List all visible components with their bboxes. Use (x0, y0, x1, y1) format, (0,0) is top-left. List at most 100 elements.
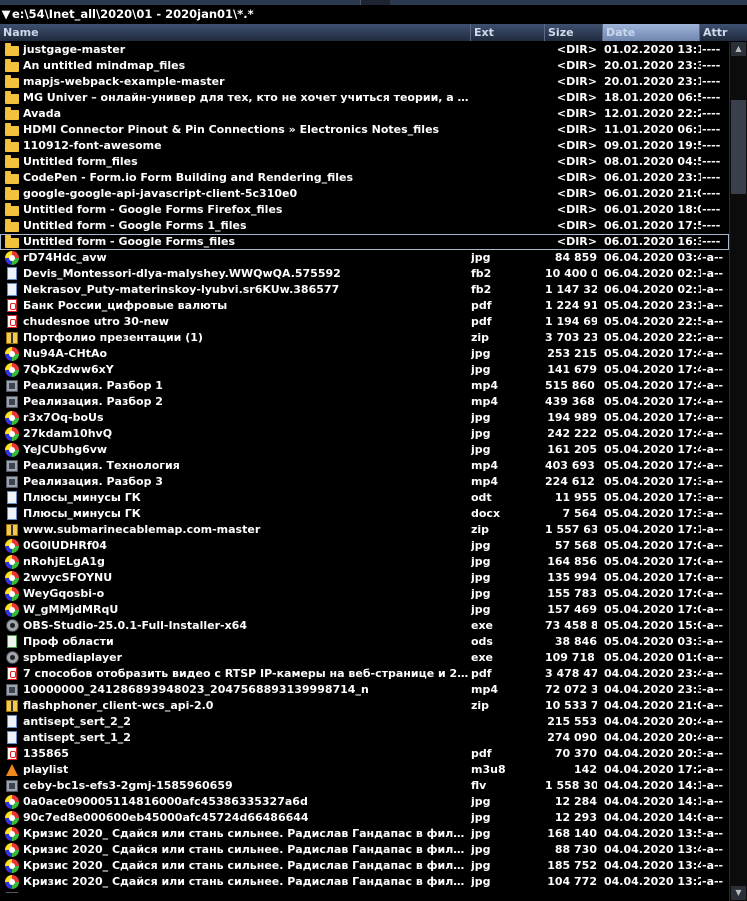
column-name-header[interactable]: Name (0, 24, 471, 41)
file-row[interactable]: Реализация. Разбор 1 mp4 515 860 238 05.04.… (0, 378, 729, 394)
scroll-up-icon[interactable]: ▲ (731, 42, 746, 56)
history-dropdown-icon[interactable]: ▼ (0, 5, 12, 23)
file-row[interactable]: YeJCUbhg6vw jpg 161 205 05.04.2020 17:42-a-… (0, 442, 729, 458)
file-row[interactable]: Реализация. Разбор 2 mp4 439 368 515 05.04.… (0, 394, 729, 410)
file-name: WeyGqosbi-o (23, 587, 105, 600)
file-attr: -a-- (702, 731, 724, 744)
folder-row[interactable]: HDMI Connector Pinout & Pin Connections … (0, 122, 729, 138)
file-row[interactable]: ceby-bc1s-efs3-2gmj-1585965626flv 156 489… (0, 890, 729, 893)
file-attr: -a-- (702, 299, 724, 312)
file-row[interactable]: www.submarinecablemap.com-master zip 1 557… (0, 522, 729, 538)
folder-row[interactable]: Untitled form - Google Forms Firefox_fil… (0, 202, 729, 218)
file-row[interactable]: Реализация. Технология mp4 403 693 050 05.0… (0, 458, 729, 474)
file-row[interactable]: Кризис 2020_ Сдайся или стань сильнее. Р… (0, 858, 729, 874)
file-row[interactable]: 0G0lUDHRf04 jpg 57 568 05.04.2020 17:03-a-- (0, 538, 729, 554)
folder-row[interactable]: Untitled form - Google Forms 1_files <DIR… (0, 218, 729, 234)
vertical-scrollbar[interactable]: ▲ ▼ (729, 42, 747, 901)
video-icon (6, 380, 18, 392)
file-date: 05.04.2020 22:29 (604, 331, 701, 344)
file-list[interactable]: justgage-master<DIR>01.02.2020 13:13----… (0, 42, 729, 893)
column-date-header[interactable]: Date (603, 24, 700, 41)
image-icon (5, 571, 19, 585)
file-date: 05.04.2020 17:03 (604, 539, 701, 552)
folder-row[interactable]: Untitled form_files <DIR> 08.01.2020 04:51… (0, 154, 729, 170)
file-row[interactable]: 27kdam10hvQ jpg 242 222 05.04.2020 17:43-a-… (0, 426, 729, 442)
file-ext: pdf (471, 315, 492, 328)
file-row[interactable]: Nekrasov_Puty-materinskoy-lyubvi.sr6KUw.… (0, 282, 729, 298)
scrollbar-thumb[interactable] (731, 100, 746, 194)
file-row[interactable]: Кризис 2020_ Сдайся или стань сильнее. Р… (0, 826, 729, 842)
folder-row[interactable]: google-google-api-javascript-client-5c31… (0, 186, 729, 202)
scroll-down-icon[interactable]: ▼ (731, 886, 746, 900)
file-row[interactable]: OBS-Studio-25.0.1-Full-Installer-x64 exe 7… (0, 618, 729, 634)
file-date: 04.04.2020 23:30 (604, 683, 701, 696)
file-row[interactable]: chudesnoe utro 30-new pdf 1 194 693 05.04.2… (0, 314, 729, 330)
file-row[interactable]: 2wvycSFOYNU jpg 135 994 05.04.2020 17:02-a-… (0, 570, 729, 586)
file-row[interactable]: Кризис 2020_ Сдайся или стань сильнее. Р… (0, 842, 729, 858)
folder-row[interactable]: MG Univer – онлайн-универ для тех, кто н… (0, 90, 729, 106)
file-row[interactable]: 10000000_241286893948023_204756889313999… (0, 682, 729, 698)
file-attr: ---- (702, 219, 721, 232)
column-ext-header[interactable]: Ext (471, 24, 545, 41)
row-icon-cell (5, 218, 20, 234)
folder-row[interactable]: An untitled mindmap_files <DIR> 20.01.2020… (0, 58, 729, 74)
file-name: antisept_sert_2_2 (23, 715, 131, 728)
file-size: 1 194 693 (545, 315, 597, 328)
file-size: 194 989 (547, 411, 597, 424)
file-size: 70 370 (554, 747, 597, 760)
file-size: 109 718 608 (545, 651, 597, 664)
folder-row[interactable]: Avada <DIR> 12.01.2020 22:26---- (0, 106, 729, 122)
file-row[interactable]: flashphoner_client-wcs_api-2.0 zip 10 533 … (0, 698, 729, 714)
file-row[interactable]: Devis_Montessori-dlya-malyshey.WWQwQA.57… (0, 266, 729, 282)
row-icon-cell (5, 330, 20, 346)
file-date: 08.01.2020 04:51 (604, 155, 701, 168)
file-name: OBS-Studio-25.0.1-Full-Installer-x64 (23, 619, 247, 632)
file-row[interactable]: antisept_sert_1_2 274 090 04.04.2020 20:42… (0, 730, 729, 746)
file-row[interactable]: WeyGqosbi-o jpg 155 783 05.04.2020 17:00-a-… (0, 586, 729, 602)
row-icon-cell (5, 282, 20, 298)
column-attr-header[interactable]: Attr (700, 24, 747, 41)
file-row[interactable]: nRohjELgA1g jpg 164 856 05.04.2020 17:03-a-… (0, 554, 729, 570)
file-row[interactable]: Кризис 2020_ Сдайся или стань сильнее. Р… (0, 874, 729, 890)
folder-row[interactable]: Untitled form - Google Forms_files <DIR> 0… (0, 234, 729, 250)
file-row[interactable]: ceby-bc1s-efs3-2gmj-1585960659 flv 1 558 3… (0, 778, 729, 794)
file-row[interactable]: 0a0ace090005114816000afc45386335327a6d jp… (0, 794, 729, 810)
file-date: 05.04.2020 17:44 (604, 411, 701, 424)
file-date: 04.04.2020 20:42 (604, 731, 701, 744)
folder-row[interactable]: mapjs-webpack-example-master <DIR> 20.01.2… (0, 74, 729, 90)
file-row[interactable]: Портфолио презентации (1) zip 3 703 236 05.… (0, 330, 729, 346)
file-row[interactable]: W_gMMjdMRqU jpg 157 469 05.04.2020 17:00-a-… (0, 602, 729, 618)
file-row[interactable]: playlist m3u8 142 04.04.2020 17:20-a-- (0, 762, 729, 778)
path-bar[interactable]: ▼ e:\54\Inet_all\2020\01 - 2020jan01\*.* (0, 5, 747, 23)
file-date: 04.04.2020 21:03 (604, 699, 701, 712)
file-row[interactable]: spbmediaplayer exe 109 718 608 05.04.2020 0… (0, 650, 729, 666)
file-row[interactable]: Проф области ods 38 846 05.04.2020 03:31-a-… (0, 634, 729, 650)
folder-row[interactable]: justgage-master <DIR> 01.02.2020 13:13---- (0, 42, 729, 58)
file-attr: -a-- (702, 395, 724, 408)
file-row[interactable]: Реализация. Разбор 3 mp4 224 612 259 05.04.… (0, 474, 729, 490)
file-row[interactable]: antisept_sert_2_2 215 553 04.04.2020 20:42… (0, 714, 729, 730)
folder-row[interactable]: CodePen - Form.io Form Building and Rend… (0, 170, 729, 186)
file-row[interactable]: Плюсы_минусы ГК docx 7 564 05.04.2020 17:36… (0, 506, 729, 522)
file-size: 88 730 (554, 843, 597, 856)
file-row[interactable]: Плюсы_минусы ГК odt 11 955 05.04.2020 17:36… (0, 490, 729, 506)
row-icon-cell (5, 298, 20, 314)
file-date: 04.04.2020 13:47 (604, 843, 701, 856)
file-attr: -a-- (702, 571, 724, 584)
file-row[interactable]: 90c7ed8e000600eb45000afc45724d66486644 jp… (0, 810, 729, 826)
file-row[interactable]: 135865 pdf 70 370 04.04.2020 20:39-a-- (0, 746, 729, 762)
column-size-header[interactable]: Size (545, 24, 603, 41)
file-date: 04.04.2020 14:16 (604, 779, 701, 792)
file-row[interactable]: 7 способов отобразить видео с RTSP IP-ка… (0, 666, 729, 682)
file-row[interactable]: rD74Hdc_avw jpg 84 859 06.04.2020 03:40-a-- (0, 250, 729, 266)
file-row[interactable]: Банк России_цифровые валюты pdf 1 224 910 0… (0, 298, 729, 314)
file-row[interactable]: r3x7Oq-boUs jpg 194 989 05.04.2020 17:44-a-… (0, 410, 729, 426)
row-icon-cell (5, 602, 20, 618)
row-icon-cell (5, 634, 20, 650)
file-name: W_gMMjdMRqU (23, 603, 119, 616)
file-row[interactable]: Nu94A-CHtAo jpg 253 215 05.04.2020 17:47-a-… (0, 346, 729, 362)
folder-row[interactable]: 110912-font-awesome <DIR> 09.01.2020 19:55… (0, 138, 729, 154)
file-date: 05.04.2020 17:43 (604, 427, 701, 440)
file-row[interactable]: 7QbKzdww6xY jpg 141 679 05.04.2020 17:46-a-… (0, 362, 729, 378)
file-size: 515 860 238 (545, 379, 597, 392)
